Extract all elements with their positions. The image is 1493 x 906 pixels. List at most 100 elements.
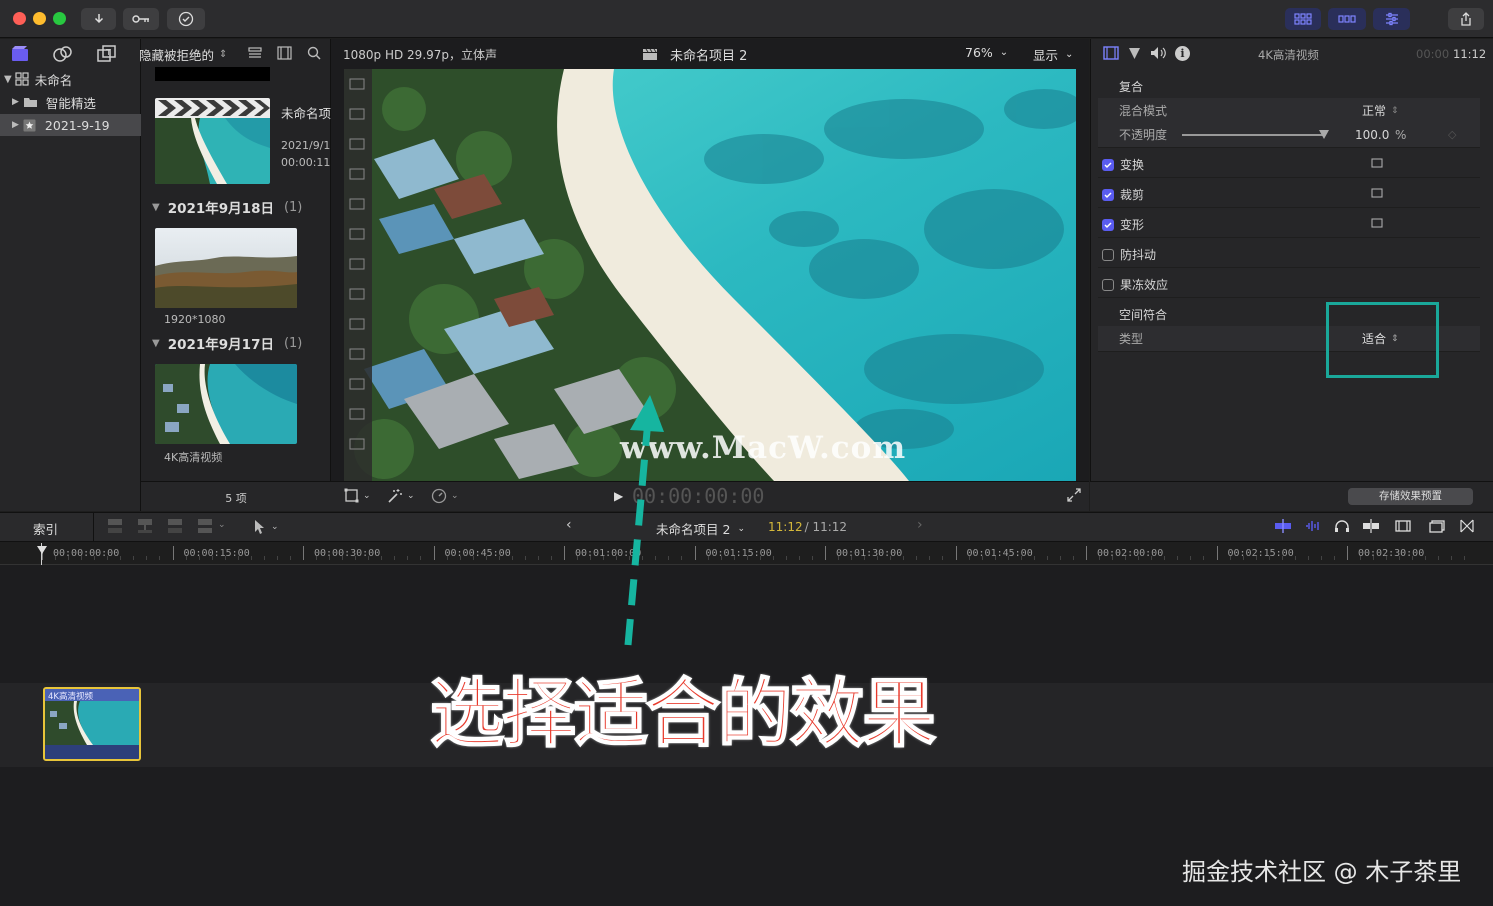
inspector-section[interactable]: 变换 [1098, 152, 1480, 178]
color-inspector-tab[interactable] [1128, 47, 1141, 63]
clip-appearance-icon[interactable] [248, 47, 262, 62]
timeline-toggle-icon [1338, 15, 1356, 23]
display-popup[interactable]: 显示 ⌄ [1033, 45, 1073, 64]
filmstrip-view-icon[interactable] [277, 46, 292, 63]
clip-name: 1920*1080 [164, 313, 226, 326]
checkbox-checked[interactable] [1102, 158, 1114, 171]
tool-popup[interactable]: ⌄ [254, 519, 279, 535]
date-group-header[interactable]: ▼ 2021年9月18日 (1) [152, 197, 302, 218]
library-item-event[interactable]: ▶ 2021-9-19 [0, 114, 141, 136]
video-skimming-icon[interactable] [1274, 519, 1292, 533]
photos-audio-icon[interactable] [52, 45, 74, 63]
library-item-root[interactable]: ▼ 未命名 [0, 68, 141, 90]
compositing-section[interactable]: 复合 [1098, 74, 1480, 100]
minimize-window-button[interactable] [33, 12, 46, 25]
compositing-label: 复合 [1119, 80, 1144, 94]
snapping-icon[interactable] [1362, 519, 1380, 533]
inspector-toggle-button[interactable] [1373, 8, 1410, 30]
headphones-icon[interactable] [1334, 519, 1350, 533]
window-icon[interactable] [1426, 519, 1448, 533]
history-back-icon[interactable]: ‹ [566, 517, 572, 533]
disclosure-closed-icon[interactable]: ▶ [12, 120, 19, 130]
clip-appearance-icon[interactable] [1392, 519, 1414, 533]
ruler-minor-tick [864, 556, 866, 560]
ruler-minor-tick [929, 556, 931, 560]
keyword-button[interactable] [123, 8, 159, 30]
chevron-down-icon[interactable]: ⌄ [218, 520, 226, 530]
filter-popup[interactable]: 隐藏被拒绝的 ⇕ [139, 45, 227, 64]
transform-popup[interactable]: ⌄ [344, 488, 371, 503]
zoom-popup[interactable]: 76% ⌄ [965, 45, 1008, 60]
library-item-smart-collections[interactable]: ▶ 智能精选 [0, 91, 141, 113]
disclosure-open-icon[interactable]: ▼ [4, 74, 12, 85]
ruler-minor-tick [1255, 556, 1257, 560]
ruler-minor-tick [1164, 556, 1166, 560]
inspector-toggle-icon [1385, 12, 1398, 26]
viewer-image[interactable] [344, 69, 1076, 481]
opacity-slider-knob[interactable] [1319, 130, 1329, 139]
ruler-minor-tick [55, 556, 57, 560]
video-inspector-tab[interactable] [1103, 46, 1119, 63]
titles-generators-icon[interactable]: T [95, 45, 117, 63]
ruler-minor-tick [1412, 556, 1414, 560]
browser-toggle-button[interactable] [1285, 8, 1321, 30]
ruler-minor-tick [1020, 556, 1022, 560]
checkbox-checked[interactable] [1102, 218, 1114, 231]
fullscreen-icon[interactable] [1067, 488, 1081, 505]
share-button[interactable] [1448, 8, 1484, 30]
transform-rect-icon[interactable] [1370, 157, 1384, 172]
crop-icon[interactable] [1370, 187, 1384, 202]
history-forward-icon[interactable]: › [917, 517, 923, 533]
disclosure-closed-icon[interactable]: ▶ [12, 97, 19, 107]
ruler-minor-tick [81, 556, 83, 560]
timeline-clip[interactable]: 4K高清视频 [43, 687, 141, 761]
audio-inspector-tab[interactable] [1150, 46, 1167, 63]
disclosure-open-icon[interactable]: ▼ [152, 202, 160, 213]
ruler-tick-label: 00:00:00:00 [53, 548, 120, 559]
ruler-minor-tick [981, 556, 983, 560]
inspector-section[interactable]: 裁剪 [1098, 182, 1480, 208]
clip-thumbnail[interactable] [155, 364, 297, 444]
inspector-section[interactable]: 防抖动 [1098, 242, 1480, 268]
disclosure-open-icon[interactable]: ▼ [152, 338, 160, 349]
checkbox-unchecked[interactable] [1102, 248, 1114, 261]
ruler-minor-tick [1451, 556, 1453, 560]
transitions-icon[interactable] [1460, 519, 1474, 533]
insert-clip-icon[interactable] [136, 518, 154, 534]
folder-icon [23, 98, 37, 107]
info-icon[interactable]: i [1175, 46, 1190, 61]
playhead-handle[interactable] [37, 546, 47, 554]
ruler-minor-tick [1033, 556, 1035, 560]
append-clip-icon[interactable] [166, 518, 184, 534]
project-thumbnail[interactable] [155, 98, 270, 184]
inspector-section[interactable]: 变形 [1098, 212, 1480, 238]
overwrite-clip-icon[interactable] [196, 518, 214, 534]
blend-mode-popup[interactable]: 正常 ⇕ [1362, 102, 1399, 119]
enhance-popup[interactable]: ⌄ [387, 488, 415, 504]
checkbox-unchecked[interactable] [1102, 278, 1114, 291]
background-tasks-button[interactable] [167, 8, 205, 30]
index-button[interactable]: 索引 [33, 519, 58, 538]
clip-thumbnail-partial[interactable] [155, 67, 270, 81]
save-effects-preset-button[interactable]: 存储效果预置 [1348, 488, 1473, 505]
opacity-slider[interactable] [1182, 130, 1329, 139]
search-icon[interactable] [307, 46, 321, 63]
import-button[interactable] [81, 8, 116, 30]
opacity-value[interactable]: 100.0 [1355, 128, 1389, 142]
clip-thumbnail[interactable] [155, 228, 297, 308]
zoom-window-button[interactable] [53, 12, 66, 25]
keyframe-diamond-icon[interactable]: ◇ [1448, 128, 1456, 141]
libraries-icon[interactable] [10, 45, 30, 63]
connect-clip-icon[interactable] [106, 518, 124, 534]
inspector-section[interactable]: 果冻效应 [1098, 272, 1480, 298]
opacity-label: 不透明度 [1119, 128, 1168, 142]
date-group-header[interactable]: ▼ 2021年9月17日 (1) [152, 333, 302, 354]
arrow-pointer-icon [255, 520, 264, 534]
checkbox-checked[interactable] [1102, 188, 1114, 201]
retime-popup[interactable]: ⌄ [431, 488, 459, 504]
audio-skimming-icon[interactable] [1304, 519, 1322, 533]
ruler-minor-tick [368, 556, 370, 560]
close-window-button[interactable] [13, 12, 26, 25]
timeline-toggle-button[interactable] [1328, 8, 1366, 30]
distort-icon[interactable] [1370, 217, 1384, 232]
